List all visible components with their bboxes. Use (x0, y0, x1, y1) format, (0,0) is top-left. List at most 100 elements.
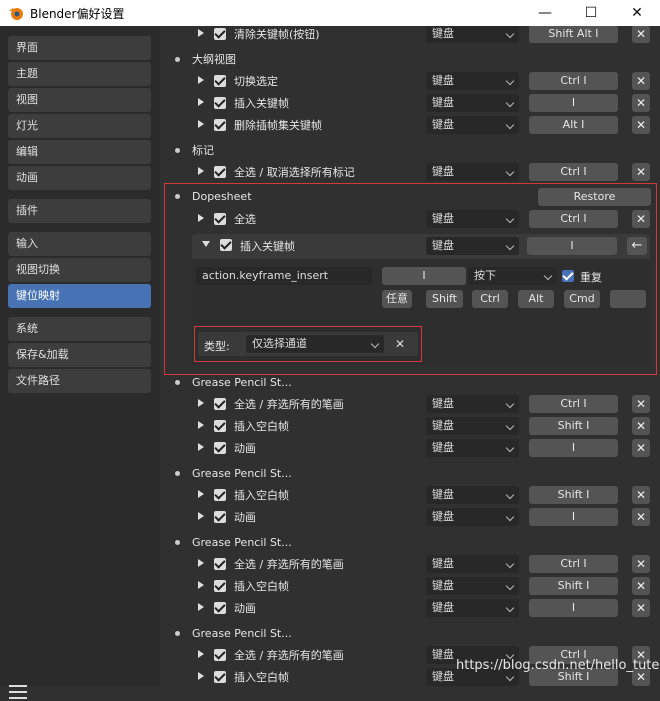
sidebar-item-file-paths[interactable]: 文件路径 (8, 369, 151, 393)
remove-icon[interactable]: ✕ (632, 72, 650, 90)
section-outliner[interactable]: 大纲视图 (160, 50, 460, 70)
input-type-select[interactable]: 键盘 (426, 26, 519, 43)
expand-arrow-icon[interactable] (198, 603, 204, 611)
section-grease-pencil[interactable]: Grease Pencil St... (160, 533, 460, 553)
enable-checkbox[interactable] (214, 213, 226, 225)
remove-icon[interactable]: ✕ (632, 417, 650, 435)
input-type-select[interactable]: 键盘 (426, 417, 519, 435)
close-button[interactable]: ✕ (614, 0, 660, 26)
enable-checkbox[interactable] (214, 28, 226, 40)
enable-checkbox[interactable] (214, 511, 226, 523)
expand-arrow-icon[interactable] (198, 650, 204, 658)
key-binding-button[interactable]: I (529, 508, 618, 526)
type-select[interactable]: 仅选择通道 (246, 335, 384, 353)
section-dopesheet[interactable]: Dopesheet (160, 187, 460, 207)
section-grease-pencil[interactable]: Grease Pencil St... (160, 464, 460, 484)
event-type-select[interactable]: 按下 (468, 267, 557, 285)
expand-arrow-icon[interactable] (198, 399, 204, 407)
modifier-ctrl-button[interactable]: Ctrl (472, 290, 508, 308)
modifier-any-button[interactable]: 任意 (382, 290, 412, 308)
input-type-select[interactable]: 键盘 (426, 94, 519, 112)
key-binding-button[interactable]: Shift I (529, 417, 618, 435)
enable-checkbox[interactable] (214, 442, 226, 454)
remove-icon[interactable]: ✕ (632, 486, 650, 504)
sidebar-item-addons[interactable]: 插件 (8, 199, 151, 223)
input-type-select[interactable]: 键盘 (426, 72, 519, 90)
key-binding-button[interactable]: I (529, 439, 618, 457)
key-binding-button[interactable]: Shift Alt I (529, 26, 618, 43)
input-type-select[interactable]: 键盘 (426, 163, 519, 181)
expand-arrow-icon[interactable] (198, 167, 204, 175)
remove-icon[interactable]: ✕ (632, 210, 650, 228)
section-markers[interactable]: 标记 (160, 141, 460, 161)
enable-checkbox[interactable] (214, 119, 226, 131)
modifier-key-button[interactable] (610, 290, 646, 308)
enable-checkbox[interactable] (214, 97, 226, 109)
sidebar-item-lights[interactable]: 灯光 (8, 114, 151, 138)
expand-arrow-icon[interactable] (198, 490, 204, 498)
expand-arrow-icon[interactable] (198, 443, 204, 451)
remove-icon[interactable]: ✕ (632, 508, 650, 526)
section-grease-pencil[interactable]: Grease Pencil St... (160, 373, 460, 393)
sidebar-item-theme[interactable]: 主题 (8, 62, 151, 86)
key-binding-button[interactable]: Ctrl I (529, 395, 618, 413)
remove-icon[interactable]: ✕ (632, 577, 650, 595)
key-binding-button[interactable]: Ctrl I (529, 555, 618, 573)
clear-icon[interactable]: ✕ (392, 336, 408, 352)
input-type-select[interactable]: 键盘 (426, 486, 519, 504)
sidebar-item-editing[interactable]: 编辑 (8, 140, 151, 164)
remove-icon[interactable]: ✕ (632, 555, 650, 573)
restore-button[interactable]: Restore (538, 188, 651, 206)
input-type-select[interactable]: 键盘 (426, 237, 519, 255)
key-field-button[interactable]: I (382, 267, 466, 285)
enable-checkbox[interactable] (214, 75, 226, 87)
expand-arrow-icon[interactable] (198, 672, 204, 680)
key-binding-button[interactable]: I (529, 94, 618, 112)
sidebar-item-navigation[interactable]: 视图切换 (8, 258, 151, 282)
key-binding-button[interactable]: I (529, 599, 618, 617)
enable-checkbox[interactable] (214, 489, 226, 501)
enable-checkbox[interactable] (214, 649, 226, 661)
input-type-select[interactable]: 键盘 (426, 116, 519, 134)
enable-checkbox[interactable] (220, 239, 232, 251)
operator-field[interactable]: action.keyframe_insert (196, 267, 372, 285)
key-binding-button[interactable]: Shift I (529, 486, 618, 504)
remove-icon[interactable]: ✕ (632, 439, 650, 457)
enable-checkbox[interactable] (214, 602, 226, 614)
enable-checkbox[interactable] (214, 671, 226, 683)
input-type-select[interactable]: 键盘 (426, 395, 519, 413)
sidebar-item-save-load[interactable]: 保存&加载 (8, 343, 151, 367)
remove-icon[interactable]: ✕ (632, 395, 650, 413)
expand-arrow-icon[interactable] (198, 581, 204, 589)
remove-icon[interactable]: ✕ (632, 116, 650, 134)
section-grease-pencil[interactable]: Grease Pencil St... (160, 624, 460, 644)
maximize-button[interactable]: ☐ (568, 0, 614, 26)
key-binding-button[interactable]: Ctrl I (529, 210, 618, 228)
modifier-shift-button[interactable]: Shift (426, 290, 463, 308)
expand-arrow-icon[interactable] (198, 512, 204, 520)
input-type-select[interactable]: 键盘 (426, 555, 519, 573)
key-binding-button[interactable]: Alt I (529, 116, 618, 134)
enable-checkbox[interactable] (214, 558, 226, 570)
input-type-select[interactable]: 键盘 (426, 577, 519, 595)
remove-icon[interactable]: ✕ (632, 163, 650, 181)
sidebar-item-system[interactable]: 系统 (8, 317, 151, 341)
sidebar-item-interface[interactable]: 界面 (8, 36, 151, 60)
sidebar-item-animation[interactable]: 动画 (8, 166, 151, 190)
sidebar-item-input[interactable]: 输入 (8, 232, 151, 256)
input-type-select[interactable]: 键盘 (426, 210, 519, 228)
expand-arrow-icon[interactable] (198, 214, 204, 222)
key-binding-button[interactable]: Shift I (529, 577, 618, 595)
repeat-checkbox[interactable] (562, 269, 574, 282)
modifier-cmd-button[interactable]: Cmd (564, 290, 600, 308)
expand-arrow-icon[interactable] (198, 98, 204, 106)
input-type-select[interactable]: 键盘 (426, 599, 519, 617)
expand-arrow-icon[interactable] (198, 76, 204, 84)
remove-icon[interactable]: ✕ (632, 599, 650, 617)
enable-checkbox[interactable] (214, 420, 226, 432)
enable-checkbox[interactable] (214, 580, 226, 592)
back-arrow-icon[interactable]: ← (627, 237, 647, 255)
input-type-select[interactable]: 键盘 (426, 508, 519, 526)
collapse-arrow-icon[interactable] (202, 241, 210, 247)
key-binding-button[interactable]: Ctrl I (529, 72, 618, 90)
